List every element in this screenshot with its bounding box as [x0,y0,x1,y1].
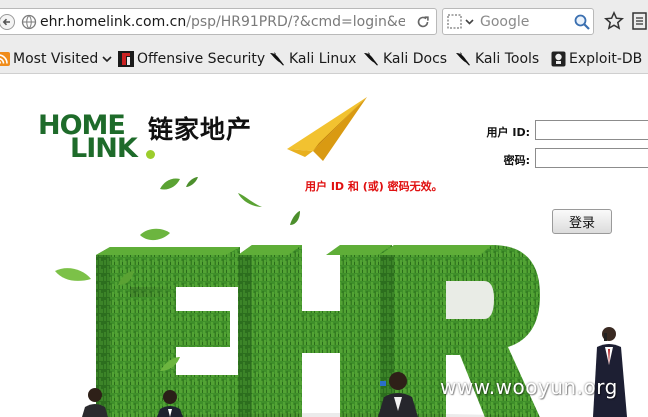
login-error-message: 用户 ID 和 (或) 密码无效。 [305,180,443,193]
globe-icon[interactable] [21,14,37,30]
url-path: /psp/HR91PRD/?&cmd=login&err [186,14,405,30]
search-bar[interactable]: Google [442,8,594,35]
rss-icon [0,52,10,66]
page-content: HOME LINK 链家地产 用户 ID 和 (或) 密码无效。 用户 ID: … [0,75,648,417]
browser-navbar: ehr.homelink.com.cn/psp/HR91PRD/?&cmd=lo… [0,0,648,44]
back-button[interactable] [0,12,17,32]
logo-dot [146,150,155,159]
url-host: ehr.homelink.com.cn [40,14,187,30]
bookmark-offensive-security[interactable]: Offensive Security [118,50,265,68]
url-bar[interactable]: ehr.homelink.com.cn/psp/HR91PRD/?&cmd=lo… [0,8,437,35]
search-placeholder: Google [480,14,530,30]
wooyun-watermark: www.wooyun.org [440,375,618,399]
bookmarks-toolbar: Most Visited Offensive Security Kali Lin… [0,44,648,74]
bookmark-label: Offensive Security [137,51,266,67]
password-input[interactable] [535,148,648,168]
url-text[interactable]: ehr.homelink.com.cn/psp/HR91PRD/?&cmd=lo… [40,13,405,31]
password-label: 密码: [503,154,530,167]
bookmark-kali-tools[interactable]: Kali Tools [455,50,539,68]
bookmark-label: Kali Tools [475,51,540,67]
bookmark-exploit-db[interactable]: Exploit-DB [551,50,642,68]
bookmarks-menu-icon[interactable] [631,11,648,31]
kali-dragon-icon [456,52,470,66]
search-icon[interactable] [573,13,591,31]
bookmark-label: Exploit-DB [569,51,643,67]
homelink-logo: HOME LINK 链家地产 [38,112,278,165]
chevron-down-icon [102,56,112,63]
search-engine-icon [447,14,474,29]
exploitdb-icon [551,51,566,67]
kali-dragon-icon [364,52,378,66]
bookmark-kali-docs[interactable]: Kali Docs [363,50,447,68]
letter-h-shape [238,245,392,417]
search-engine-selector[interactable] [446,13,478,31]
offsec-icon [118,51,134,67]
bookmark-label: Kali Linux [289,51,357,67]
reload-icon[interactable] [415,13,431,31]
bookmark-star-icon[interactable] [604,11,624,31]
bookmark-kali-linux[interactable]: Kali Linux [269,50,356,68]
bookmark-most-visited[interactable]: Most Visited [0,50,116,68]
back-arrow-icon [0,14,15,30]
logo-link-text: LINK [70,133,138,164]
logo-chinese-text: 链家地产 [148,115,253,144]
user-id-input[interactable] [535,120,648,140]
kali-dragon-icon [270,52,284,66]
paper-plane-icon [287,97,367,161]
login-button[interactable]: 登录 [552,209,612,234]
letter-e-shape [96,247,245,417]
bookmark-label: Most Visited [13,51,99,67]
bookmark-label: Kali Docs [383,51,448,67]
user-id-label: 用户 ID: [486,126,530,139]
